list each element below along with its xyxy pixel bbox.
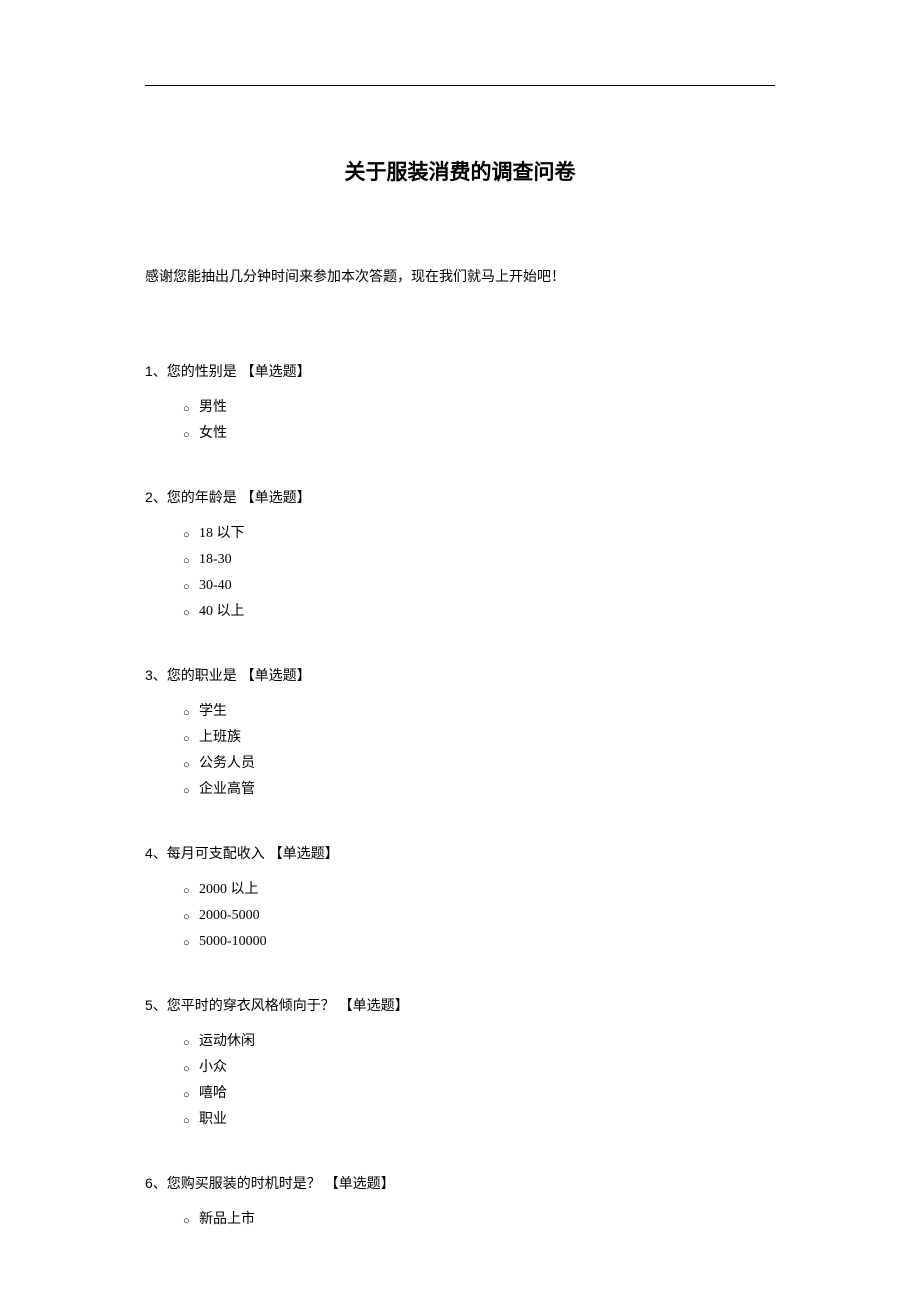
question-type: 【单选题】 bbox=[269, 845, 339, 861]
option-item: 运动休闲 bbox=[183, 1029, 775, 1055]
option-item: 18-30 bbox=[183, 547, 775, 573]
question-label: 您的年龄是 bbox=[167, 489, 241, 505]
question-number: 1、 bbox=[145, 363, 167, 379]
option-item: 新品上市 bbox=[183, 1207, 775, 1233]
question-type: 【单选题】 bbox=[241, 667, 311, 683]
question-block: 6、您购买服装的时机时是？ 【单选题】 新品上市 bbox=[145, 1173, 775, 1233]
option-item: 职业 bbox=[183, 1107, 775, 1133]
option-item: 2000-5000 bbox=[183, 903, 775, 929]
option-item: 公务人员 bbox=[183, 751, 775, 777]
option-item: 30-40 bbox=[183, 573, 775, 599]
question-label: 您的性别是 bbox=[167, 363, 241, 379]
question-type: 【单选题】 bbox=[241, 363, 311, 379]
question-type: 【单选题】 bbox=[339, 997, 409, 1013]
option-list: 运动休闲 小众 嘻哈 职业 bbox=[145, 1029, 775, 1133]
question-label: 您平时的穿衣风格倾向于？ bbox=[167, 997, 339, 1013]
question-label: 您购买服装的时机时是？ bbox=[167, 1175, 325, 1191]
question-block: 5、您平时的穿衣风格倾向于？ 【单选题】 运动休闲 小众 嘻哈 职业 bbox=[145, 995, 775, 1133]
intro-text: 感谢您能抽出几分钟时间来参加本次答题，现在我们就马上开始吧！ bbox=[145, 266, 775, 286]
question-block: 4、每月可支配收入 【单选题】 2000 以上 2000-5000 5000-1… bbox=[145, 843, 775, 955]
question-block: 3、您的职业是 【单选题】 学生 上班族 公务人员 企业高管 bbox=[145, 665, 775, 803]
question-text: 2、您的年龄是 【单选题】 bbox=[145, 487, 775, 507]
option-item: 2000 以上 bbox=[183, 877, 775, 903]
header-rule bbox=[145, 85, 775, 86]
option-item: 上班族 bbox=[183, 725, 775, 751]
question-text: 1、您的性别是 【单选题】 bbox=[145, 361, 775, 381]
option-item: 18 以下 bbox=[183, 521, 775, 547]
question-text: 4、每月可支配收入 【单选题】 bbox=[145, 843, 775, 863]
option-item: 嘻哈 bbox=[183, 1081, 775, 1107]
question-type: 【单选题】 bbox=[325, 1175, 395, 1191]
question-number: 3、 bbox=[145, 667, 167, 683]
option-item: 小众 bbox=[183, 1055, 775, 1081]
question-number: 2、 bbox=[145, 489, 167, 505]
question-text: 3、您的职业是 【单选题】 bbox=[145, 665, 775, 685]
question-text: 6、您购买服装的时机时是？ 【单选题】 bbox=[145, 1173, 775, 1193]
option-list: 2000 以上 2000-5000 5000-10000 bbox=[145, 877, 775, 955]
document-title: 关于服装消费的调查问卷 bbox=[145, 156, 775, 186]
question-type: 【单选题】 bbox=[241, 489, 311, 505]
option-item: 学生 bbox=[183, 699, 775, 725]
question-label: 您的职业是 bbox=[167, 667, 241, 683]
option-list: 18 以下 18-30 30-40 40 以上 bbox=[145, 521, 775, 625]
option-item: 女性 bbox=[183, 421, 775, 447]
option-item: 5000-10000 bbox=[183, 929, 775, 955]
option-list: 男性 女性 bbox=[145, 395, 775, 447]
question-block: 1、您的性别是 【单选题】 男性 女性 bbox=[145, 361, 775, 447]
option-item: 男性 bbox=[183, 395, 775, 421]
option-list: 新品上市 bbox=[145, 1207, 775, 1233]
question-number: 6、 bbox=[145, 1175, 167, 1191]
question-text: 5、您平时的穿衣风格倾向于？ 【单选题】 bbox=[145, 995, 775, 1015]
option-list: 学生 上班族 公务人员 企业高管 bbox=[145, 699, 775, 803]
question-label: 每月可支配收入 bbox=[167, 845, 269, 861]
question-number: 4、 bbox=[145, 845, 167, 861]
question-number: 5、 bbox=[145, 997, 167, 1013]
option-item: 40 以上 bbox=[183, 599, 775, 625]
question-block: 2、您的年龄是 【单选题】 18 以下 18-30 30-40 40 以上 bbox=[145, 487, 775, 625]
option-item: 企业高管 bbox=[183, 777, 775, 803]
document-page: 关于服装消费的调查问卷 感谢您能抽出几分钟时间来参加本次答题，现在我们就马上开始… bbox=[0, 0, 920, 1233]
